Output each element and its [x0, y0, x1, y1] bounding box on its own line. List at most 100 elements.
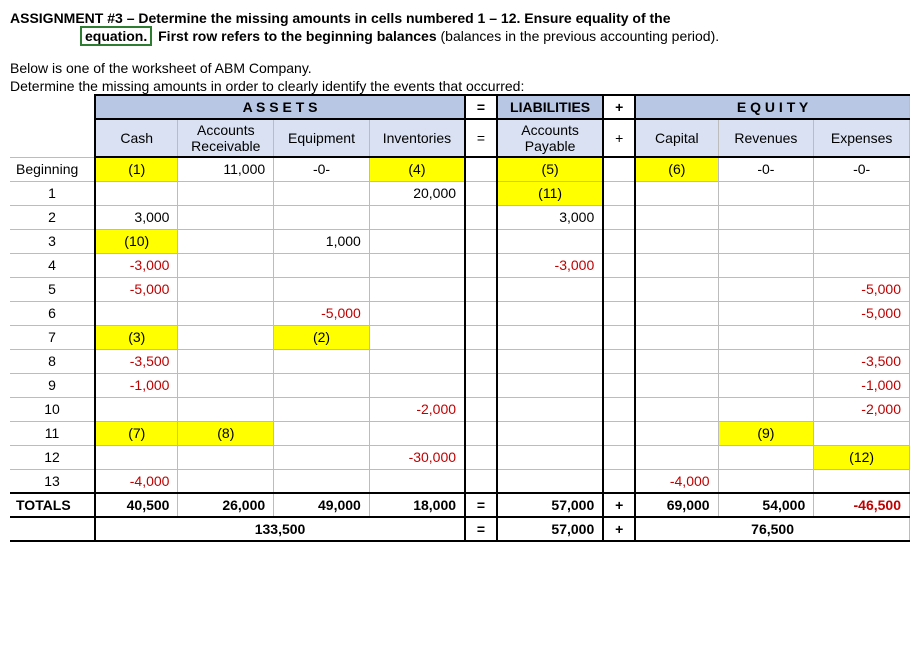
blank — [10, 517, 95, 541]
cell-cash — [95, 445, 178, 469]
plus-col — [603, 181, 635, 205]
cell-equip: -0- — [274, 157, 370, 181]
cell-exp: -3,500 — [814, 349, 910, 373]
plus-col — [603, 325, 635, 349]
cell-inv: (4) — [369, 157, 465, 181]
totals-eq: = — [465, 493, 497, 517]
cell-ap — [497, 373, 603, 397]
hdr-exp: Expenses — [814, 119, 910, 157]
eq-col — [465, 349, 497, 373]
cell-ap — [497, 229, 603, 253]
cell-exp: -2,000 — [814, 397, 910, 421]
cell-cap — [635, 325, 718, 349]
totals-ap: 57,000 — [497, 493, 603, 517]
cell-cap — [635, 229, 718, 253]
cell-inv — [369, 349, 465, 373]
cell-cap — [635, 373, 718, 397]
cell-rev — [718, 469, 814, 493]
cell-ar: 11,000 — [178, 157, 274, 181]
grand-ap: 57,000 — [497, 517, 603, 541]
totals-cash: 40,500 — [95, 493, 178, 517]
cell-cash — [95, 301, 178, 325]
row-label: 9 — [10, 373, 95, 397]
plus-col — [603, 277, 635, 301]
title-line1: ASSIGNMENT #3 – Determine the missing am… — [10, 10, 671, 26]
grand-assets: 133,500 — [95, 517, 465, 541]
equation-highlight: equation. — [80, 26, 152, 46]
row-label: 4 — [10, 253, 95, 277]
hdr-ap: Accounts Payable — [497, 119, 603, 157]
totals-ar: 26,000 — [178, 493, 274, 517]
plus-col — [603, 469, 635, 493]
cell-equip — [274, 205, 370, 229]
cell-inv — [369, 469, 465, 493]
plus-col — [603, 349, 635, 373]
eq-col — [465, 229, 497, 253]
hdr-assets: A S S E T S — [95, 95, 465, 119]
cell-cash: 3,000 — [95, 205, 178, 229]
hdr-equity: E Q U I T Y — [635, 95, 909, 119]
cell-cap — [635, 301, 718, 325]
plus-col — [603, 301, 635, 325]
plus-col — [603, 421, 635, 445]
row-label: 6 — [10, 301, 95, 325]
cell-equip — [274, 421, 370, 445]
cell-cap — [635, 421, 718, 445]
cell-exp: -5,000 — [814, 277, 910, 301]
cell-rev — [718, 397, 814, 421]
eq-col — [465, 397, 497, 421]
cell-cap: (6) — [635, 157, 718, 181]
cell-rev — [718, 349, 814, 373]
cell-cap — [635, 277, 718, 301]
cell-exp — [814, 229, 910, 253]
row-label: 7 — [10, 325, 95, 349]
grand-eq: = — [465, 517, 497, 541]
cell-rev — [718, 181, 814, 205]
cell-ap: 3,000 — [497, 205, 603, 229]
row-label: Beginning — [10, 157, 95, 181]
totals-rev: 54,000 — [718, 493, 814, 517]
cell-equip — [274, 373, 370, 397]
cell-ar — [178, 277, 274, 301]
cell-equip — [274, 181, 370, 205]
cell-inv — [369, 205, 465, 229]
eq-col — [465, 181, 497, 205]
totals-plus: + — [603, 493, 635, 517]
cell-equip: -5,000 — [274, 301, 370, 325]
cell-cash: -4,000 — [95, 469, 178, 493]
cell-ar — [178, 301, 274, 325]
cell-cash: -5,000 — [95, 277, 178, 301]
blank — [10, 95, 95, 119]
cell-ap — [497, 397, 603, 421]
plus-col — [603, 157, 635, 181]
cell-exp: -1,000 — [814, 373, 910, 397]
cell-equip: 1,000 — [274, 229, 370, 253]
cell-exp — [814, 469, 910, 493]
cell-ar — [178, 205, 274, 229]
cell-cash: -1,000 — [95, 373, 178, 397]
row-label: 13 — [10, 469, 95, 493]
cell-ap: (5) — [497, 157, 603, 181]
hdr-ar: Accounts Receivable — [178, 119, 274, 157]
cell-exp — [814, 325, 910, 349]
totals-cap: 69,000 — [635, 493, 718, 517]
cell-cash — [95, 181, 178, 205]
row-label: 8 — [10, 349, 95, 373]
row-label: 11 — [10, 421, 95, 445]
cell-ap — [497, 469, 603, 493]
cell-rev — [718, 445, 814, 469]
cell-ar — [178, 469, 274, 493]
cell-ar — [178, 181, 274, 205]
cell-cash: (3) — [95, 325, 178, 349]
cell-ap: (11) — [497, 181, 603, 205]
totals-inv: 18,000 — [369, 493, 465, 517]
cell-rev — [718, 301, 814, 325]
row-label: 5 — [10, 277, 95, 301]
cell-equip — [274, 445, 370, 469]
hdr-plus2: + — [603, 119, 635, 157]
cell-exp: -5,000 — [814, 301, 910, 325]
hdr-plus: + — [603, 95, 635, 119]
cell-equip — [274, 469, 370, 493]
eq-col — [465, 277, 497, 301]
cell-equip — [274, 277, 370, 301]
